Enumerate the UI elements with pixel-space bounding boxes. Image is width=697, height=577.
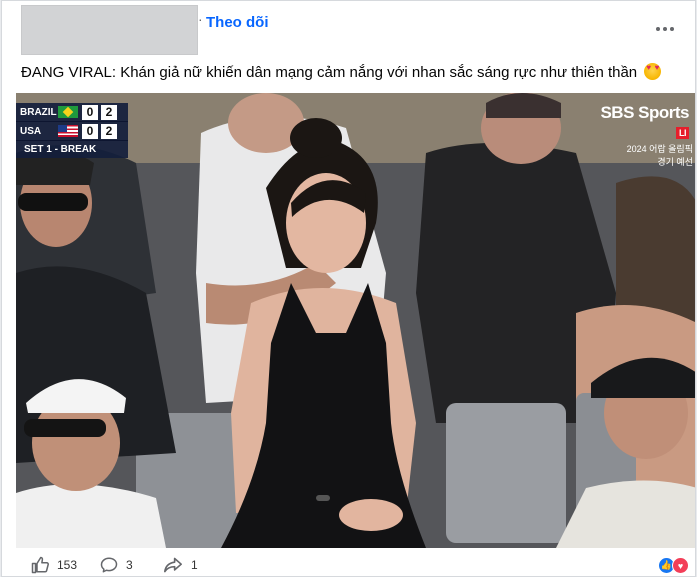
like-count: 153 (57, 558, 78, 572)
share-arrow-icon (164, 557, 182, 573)
set-score: 0 (82, 104, 98, 120)
match-score: 2 (101, 104, 117, 120)
caption-text: ĐANG VIRAL: Khán giả nữ khiến dân mạng c… (21, 64, 638, 81)
usa-flag-icon (58, 125, 78, 137)
match-status: SET 1 - BREAK (16, 141, 128, 158)
match-score: 2 (101, 123, 117, 139)
post-header: · Theo dõi (2, 1, 695, 55)
redacted-author-block (21, 5, 198, 55)
broadcaster-subtitle: 경기 예선 (657, 157, 693, 167)
action-bar: 153 3 1 👍 ♥ (2, 552, 695, 576)
post-photo[interactable]: BRAZIL 0 2 USA 0 2 SET 1 - BREAK SBS Spo… (16, 93, 695, 548)
comment-button[interactable]: 3 (100, 556, 133, 574)
scoreboard-row: BRAZIL 0 2 (16, 103, 128, 122)
more-dots-icon[interactable] (652, 19, 678, 39)
live-badge: LI (676, 127, 689, 139)
post-caption: ĐANG VIRAL: Khán giả nữ khiến dân mạng c… (21, 63, 662, 83)
heart-eyes-emoji-icon (644, 63, 662, 80)
reaction-summary[interactable]: 👍 ♥ (658, 557, 689, 574)
broadcaster-logo-text: SBS Sports (600, 103, 689, 122)
broadcaster-logo: SBS Sports LI (587, 103, 695, 143)
team-name: BRAZIL (20, 106, 57, 118)
scoreboard-overlay: BRAZIL 0 2 USA 0 2 SET 1 - BREAK (16, 103, 128, 158)
comment-count: 3 (126, 558, 133, 572)
separator-dot: · (198, 11, 203, 27)
broadcaster-overlay: SBS Sports LI 2024 어랍 올림픽 경기 예선 (587, 103, 695, 167)
post-card: · Theo dõi ĐANG VIRAL: Khán giả nữ khiến… (1, 0, 696, 577)
scoreboard-row: USA 0 2 (16, 122, 128, 141)
set-score: 0 (82, 123, 98, 139)
brazil-flag-icon (58, 106, 78, 118)
team-name: USA (20, 125, 42, 137)
love-reaction-icon: ♥ (672, 557, 689, 574)
comment-bubble-icon (100, 557, 118, 573)
share-button[interactable]: 1 (163, 556, 198, 574)
thumbs-up-icon (31, 556, 49, 574)
like-button[interactable]: 153 (31, 556, 77, 574)
share-count: 1 (191, 558, 198, 572)
broadcaster-subtitle: 2024 어랍 올림픽 (626, 144, 693, 154)
follow-button[interactable]: Theo dõi (206, 14, 269, 31)
